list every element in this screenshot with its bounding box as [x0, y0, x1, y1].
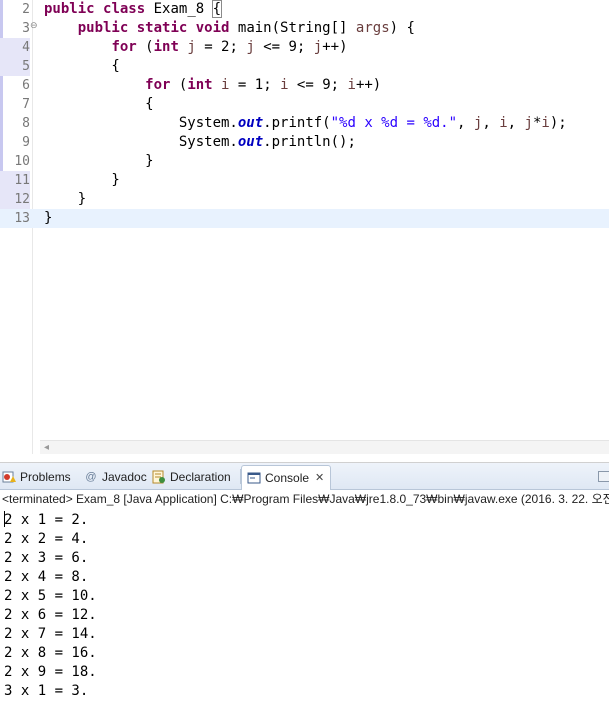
code-text[interactable]: System.out.println(); [44, 133, 356, 152]
console-output[interactable]: 2 x 1 = 2. 2 x 2 = 4. 2 x 3 = 6. 2 x 4 =… [0, 509, 609, 699]
text-caret [4, 511, 5, 527]
line-number: 13 [14, 211, 30, 226]
code-text[interactable]: { [44, 95, 153, 114]
tab-label: Problems [20, 470, 71, 484]
code-line[interactable]: 4 for (int j = 2; j <= 9; j++) [0, 38, 609, 57]
line-number: 8 [22, 116, 30, 131]
output-line: 3 x 1 = 3. [4, 683, 89, 699]
minimize-panel-icon[interactable] [598, 471, 609, 482]
output-line: 2 x 4 = 8. [4, 569, 89, 585]
code-text[interactable]: } [44, 190, 86, 209]
code-text[interactable]: } [44, 209, 52, 228]
line-number: 7 [22, 97, 30, 112]
line-number: 12 [0, 190, 30, 209]
line-number: 10 [14, 154, 30, 169]
tab-label: Declaration [170, 470, 231, 484]
editor-bottom-border [0, 454, 609, 463]
code-line[interactable]: 2 public class Exam_8 { [0, 0, 609, 19]
problems-icon [2, 470, 16, 484]
code-editor[interactable]: 2 public class Exam_8 { 3 ⊖ public stati… [0, 0, 609, 463]
line-number: 4 [0, 38, 30, 57]
code-line[interactable]: 12 } [0, 190, 609, 209]
javadoc-icon: @ [85, 471, 97, 483]
tab-label: Javadoc [102, 470, 147, 484]
scroll-left-icon[interactable]: ◂ [44, 441, 49, 455]
line-number: 5 [0, 57, 30, 76]
declaration-icon [152, 470, 166, 484]
code-line[interactable]: 7 { [0, 95, 609, 114]
output-line: 2 x 3 = 6. [4, 550, 89, 566]
output-line: 2 x 5 = 10. [4, 588, 97, 604]
close-icon[interactable]: ✕ [315, 467, 324, 489]
console-panel: Problems @ Javadoc Declaration Console ✕… [0, 463, 609, 699]
panel-tab-bar: Problems @ Javadoc Declaration Console ✕ [0, 463, 609, 490]
code-line[interactable]: 6 for (int i = 1; i <= 9; i++) [0, 76, 609, 95]
tab-declaration[interactable]: Declaration [152, 466, 231, 488]
tab-javadoc[interactable]: @ Javadoc [84, 466, 147, 488]
code-line[interactable]: 11 } [0, 171, 609, 190]
horizontal-scrollbar[interactable]: ◂ [40, 440, 609, 455]
tab-label: Console [265, 471, 310, 485]
line-number: 9 [22, 135, 30, 150]
output-line: 2 x 6 = 12. [4, 607, 97, 623]
console-icon [247, 471, 261, 485]
code-text[interactable]: for (int i = 1; i <= 9; i++) [44, 76, 381, 95]
line-number: 3 [22, 21, 30, 36]
output-line: 2 x 7 = 14. [4, 626, 97, 642]
code-line[interactable]: 8 System.out.printf("%d x %d = %d.", j, … [0, 114, 609, 133]
code-line[interactable]: 3 ⊖ public static void main(String[] arg… [0, 19, 609, 38]
code-text[interactable]: { [44, 57, 119, 76]
tab-console[interactable]: Console ✕ [241, 465, 332, 490]
line-number: 11 [0, 171, 30, 190]
code-text[interactable]: } [44, 171, 119, 190]
output-line: 2 x 9 = 18. [4, 664, 97, 680]
code-line[interactable]: 5 { [0, 57, 609, 76]
output-line: 2 x 8 = 16. [4, 645, 97, 661]
console-status-line: <terminated> Exam_8 [Java Application] C… [2, 492, 609, 506]
code-line-current[interactable]: 13 } [0, 209, 609, 228]
code-text[interactable]: public static void main(String[] args) { [44, 19, 415, 38]
line-number: 2 [22, 2, 30, 17]
code-line[interactable]: 10 } [0, 152, 609, 171]
code-text[interactable]: System.out.printf("%d x %d = %d.", j, i,… [44, 114, 567, 133]
code-text[interactable]: } [44, 152, 153, 171]
code-text[interactable]: public class Exam_8 { [44, 0, 223, 19]
tab-problems[interactable]: Problems [2, 466, 71, 488]
output-line: 2 x 2 = 4. [4, 531, 89, 547]
code-text[interactable]: for (int j = 2; j <= 9; j++) [44, 38, 347, 57]
line-number: 6 [22, 78, 30, 93]
code-line[interactable]: 9 System.out.println(); [0, 133, 609, 152]
fold-collapse-icon[interactable]: ⊖ [30, 21, 38, 31]
output-line: 2 x 1 = 2. [4, 512, 89, 528]
